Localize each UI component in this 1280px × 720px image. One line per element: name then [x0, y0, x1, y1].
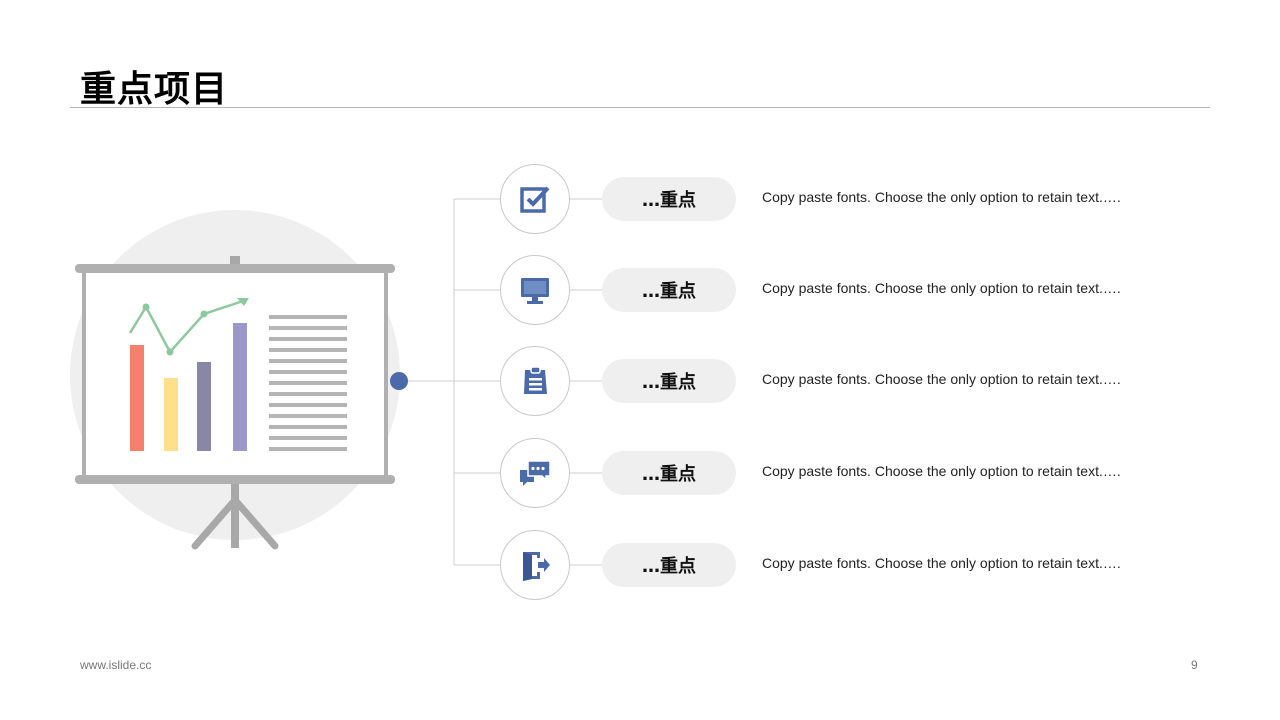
- monitor-icon: [521, 278, 549, 304]
- exit-door-icon: [523, 552, 550, 581]
- item-label: …重点: [602, 359, 736, 403]
- page-title: 重点项目: [80, 69, 229, 110]
- item-label: …重点: [602, 177, 736, 221]
- item-description: Copy paste fonts. Choose the only option…: [762, 555, 1121, 571]
- clipboard-icon: [524, 366, 547, 394]
- checkbox-icon: [520, 186, 550, 213]
- list-item: …重点 Copy paste fonts. Choose the only op…: [500, 438, 1200, 508]
- chart-bar: [233, 323, 247, 451]
- list-item: …重点 Copy paste fonts. Choose the only op…: [500, 164, 1200, 234]
- item-label: …重点: [602, 451, 736, 495]
- chat-icon: [520, 460, 551, 486]
- icon-circle: [500, 530, 570, 600]
- icon-circle: [500, 164, 570, 234]
- icon-circle: [500, 438, 570, 508]
- footer-url[interactable]: www.islide.cc: [80, 658, 151, 672]
- page-number: 9: [1191, 658, 1198, 672]
- chart-bar: [164, 378, 178, 451]
- presentation-board-illustration: [70, 210, 400, 550]
- item-description: Copy paste fonts. Choose the only option…: [762, 280, 1121, 296]
- item-description: Copy paste fonts. Choose the only option…: [762, 189, 1121, 205]
- item-description: Copy paste fonts. Choose the only option…: [762, 371, 1121, 387]
- list-item: …重点 Copy paste fonts. Choose the only op…: [500, 346, 1200, 416]
- icon-circle: [500, 255, 570, 325]
- list-item: …重点 Copy paste fonts. Choose the only op…: [500, 530, 1200, 600]
- chart-bar: [197, 362, 211, 451]
- list-item: …重点 Copy paste fonts. Choose the only op…: [500, 255, 1200, 325]
- item-label: …重点: [602, 543, 736, 587]
- icon-circle: [500, 346, 570, 416]
- item-label: …重点: [602, 268, 736, 312]
- title-divider: [70, 107, 1210, 108]
- item-description: Copy paste fonts. Choose the only option…: [762, 463, 1121, 479]
- chart-bar: [130, 345, 144, 451]
